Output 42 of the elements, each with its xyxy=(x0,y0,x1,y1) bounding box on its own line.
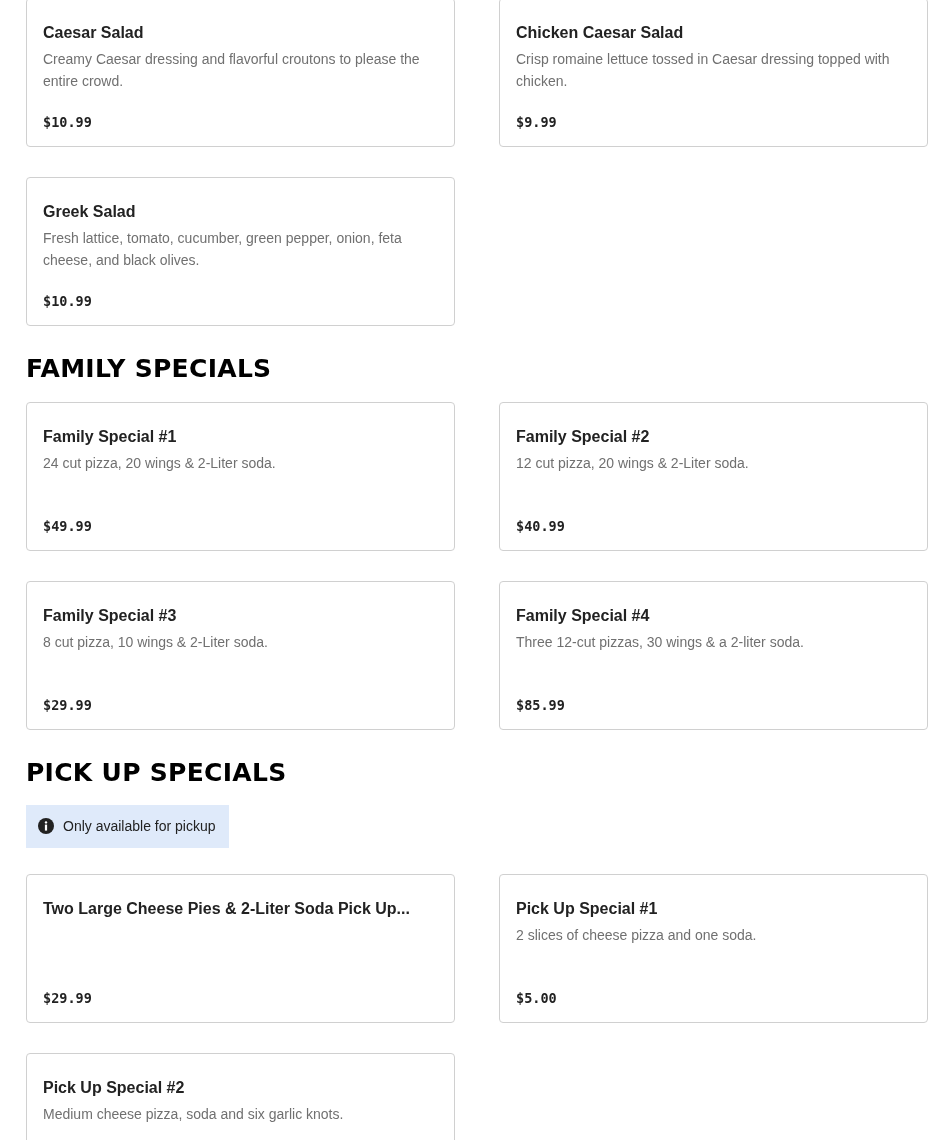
item-description: Creamy Caesar dressing and flavorful croutons to please the entire crowd. xyxy=(43,50,421,91)
item-description: 8 cut pizza, 10 wings & 2-Liter soda. xyxy=(43,633,269,652)
item-description: 12 cut pizza, 20 wings & 2-Liter soda. xyxy=(516,454,750,473)
item-name: Chicken Caesar Salad xyxy=(516,24,685,42)
item-description: Medium cheese pizza, soda and six garlic knots. xyxy=(43,1105,345,1124)
menu-item-card[interactable]: Caesar Salad Creamy Caesar dressing and flavorful croutons to please the entire crowd. $10.99 xyxy=(26,0,455,147)
item-name: Family Special #1 xyxy=(43,428,178,446)
menu-item-card[interactable]: Family Special #3 8 cut pizza, 10 wings & 2-Liter soda. $29.99 xyxy=(26,581,455,730)
info-icon xyxy=(38,818,54,834)
item-price: $29.99 xyxy=(43,697,92,713)
menu-item-card[interactable]: Chicken Caesar Salad Crisp romaine lettuce tossed in Caesar dressing topped with chicken. $9.99 xyxy=(499,0,928,147)
pickup-notice: Only available for pickup xyxy=(63,818,216,834)
item-name: Pick Up Special #1 xyxy=(516,900,659,918)
item-price: $9.99 xyxy=(516,114,557,130)
menu-item-card[interactable]: Family Special #4 Three 12-cut pizzas, 30 wings & a 2-liter soda. $85.99 xyxy=(499,581,928,730)
item-price: $40.99 xyxy=(516,518,565,534)
section-heading: PICK UP SPECIALS xyxy=(26,758,287,788)
item-name: Caesar Salad xyxy=(43,24,145,42)
item-name: Family Special #4 xyxy=(516,607,651,625)
menu-item-card[interactable]: Family Special #1 24 cut pizza, 20 wings & 2-Liter soda. $49.99 xyxy=(26,402,455,551)
item-description: Three 12-cut pizzas, 30 wings & a 2-liter soda. xyxy=(516,633,805,652)
menu-item-card[interactable]: Family Special #2 12 cut pizza, 20 wings & 2-Liter soda. $40.99 xyxy=(499,402,928,551)
item-price: $85.99 xyxy=(516,697,565,713)
item-description: Crisp romaine lettuce tossed in Caesar dressing topped with chicken. xyxy=(516,50,891,91)
item-description: 24 cut pizza, 20 wings & 2-Liter soda. xyxy=(43,454,277,473)
item-price: $10.99 xyxy=(43,114,92,130)
item-price: $49.99 xyxy=(43,518,92,534)
menu-item-card[interactable]: Greek Salad Fresh lattice, tomato, cucumber, green pepper, onion, feta cheese, and black olives. $10.99 xyxy=(26,177,455,326)
item-name: Greek Salad xyxy=(43,203,137,221)
menu-item-card[interactable]: Pick Up Special #2 Medium cheese pizza, soda and six garlic knots. xyxy=(26,1053,455,1140)
item-price: $29.99 xyxy=(43,990,92,1006)
item-name: Two Large Cheese Pies & 2-Liter Soda Pick Up... xyxy=(43,900,411,918)
item-name: Family Special #3 xyxy=(43,607,178,625)
section-heading: FAMILY SPECIALS xyxy=(26,354,272,384)
item-description: Fresh lattice, tomato, cucumber, green pepper, onion, feta cheese, and black olives. xyxy=(43,229,403,270)
item-name: Family Special #2 xyxy=(516,428,651,446)
menu-item-card[interactable]: Pick Up Special #1 2 slices of cheese pizza and one soda. $5.00 xyxy=(499,874,928,1023)
item-price: $10.99 xyxy=(43,293,92,309)
item-name: Pick Up Special #2 xyxy=(43,1079,186,1097)
item-price: $5.00 xyxy=(516,990,557,1006)
menu-item-card[interactable]: Two Large Cheese Pies & 2-Liter Soda Pick Up... $29.99 xyxy=(26,874,455,1023)
item-description: 2 slices of cheese pizza and one soda. xyxy=(516,926,758,945)
